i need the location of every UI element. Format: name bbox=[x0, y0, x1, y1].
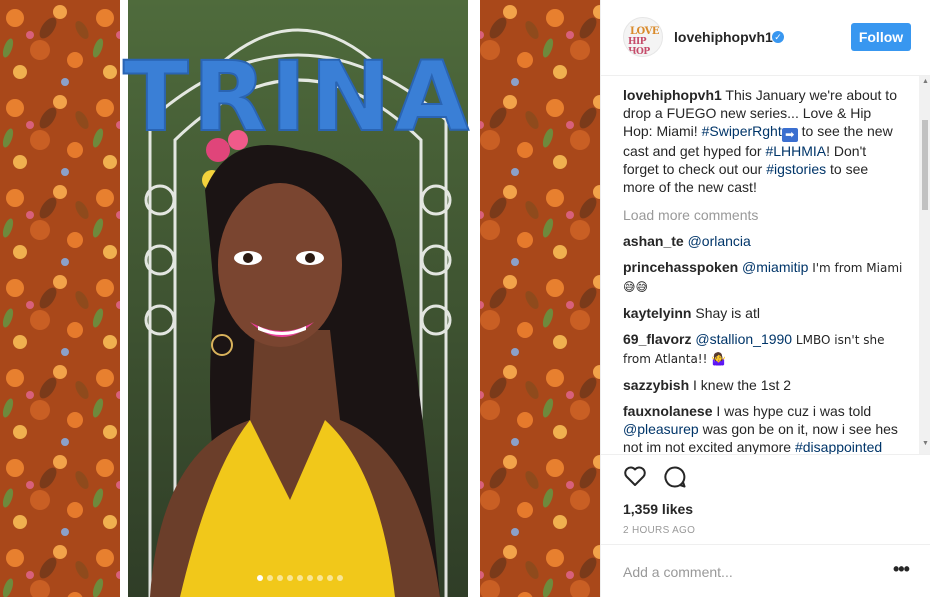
add-comment-input[interactable] bbox=[623, 561, 873, 583]
more-options-icon[interactable]: ••• bbox=[893, 560, 910, 578]
carousel-dot[interactable] bbox=[337, 575, 343, 581]
carousel-dot[interactable] bbox=[267, 575, 273, 581]
hashtag-swiperrght[interactable]: #SwiperRght bbox=[702, 123, 782, 139]
comment-item: fauxnolanese I was hype cuz i was told @… bbox=[623, 402, 903, 454]
comment-username[interactable]: fauxnolanese bbox=[623, 403, 712, 419]
comment-mention[interactable]: @miamitip bbox=[742, 259, 808, 275]
scroll-down-arrow-icon[interactable]: ▼ bbox=[922, 440, 929, 447]
comment-item: sazzybish I knew the 1st 2 bbox=[623, 376, 903, 394]
post-actions: 1,359 likes 2 HOURS AGO bbox=[601, 454, 930, 544]
comment-item: ashan_te @orlancia bbox=[623, 232, 903, 250]
comment-text: Shay is atl bbox=[691, 305, 760, 321]
post-header: LOVE HIP HOP lovehiphopvh1 ✓ Follow bbox=[601, 0, 930, 76]
post-sidebar: LOVE HIP HOP lovehiphopvh1 ✓ Follow love… bbox=[600, 0, 930, 597]
comments-list[interactable]: lovehiphopvh1 This January we're about t… bbox=[623, 86, 903, 454]
caption-username[interactable]: lovehiphopvh1 bbox=[623, 87, 722, 103]
post-timestamp[interactable]: 2 HOURS AGO bbox=[623, 525, 695, 536]
verified-badge-icon: ✓ bbox=[772, 31, 784, 43]
avatar-logo-bottom: HIP HOP bbox=[628, 37, 650, 57]
comment-username[interactable]: princehasspoken bbox=[623, 259, 738, 275]
carousel-dot[interactable] bbox=[287, 575, 293, 581]
hashtag-igstories[interactable]: #igstories bbox=[766, 161, 826, 177]
carousel-dot[interactable] bbox=[327, 575, 333, 581]
comment-username[interactable]: sazzybish bbox=[623, 377, 689, 393]
scroll-up-arrow-icon[interactable]: ▲ bbox=[922, 78, 929, 85]
photo-illustration: TRINA bbox=[0, 0, 600, 597]
carousel-dot[interactable] bbox=[257, 575, 263, 581]
trina-overlay-text: TRINA bbox=[123, 41, 473, 153]
comment-mention[interactable]: @orlancia bbox=[688, 233, 751, 249]
follow-button[interactable]: Follow bbox=[851, 23, 911, 51]
comment-item: kaytelyinn Shay is atl bbox=[623, 304, 903, 322]
carousel-dot[interactable] bbox=[317, 575, 323, 581]
comment-username[interactable]: ashan_te bbox=[623, 233, 684, 249]
likes-count[interactable]: 1,359 likes bbox=[623, 501, 693, 517]
carousel-dot[interactable] bbox=[297, 575, 303, 581]
comment-text: I was hype cuz i was told bbox=[712, 403, 872, 419]
hashtag-lhhmia[interactable]: #LHHMIA bbox=[765, 143, 826, 159]
load-more-comments-link[interactable]: Load more comments bbox=[623, 206, 903, 224]
comment-text: I knew the 1st 2 bbox=[689, 377, 792, 393]
carousel-indicator bbox=[0, 575, 600, 581]
post-caption: lovehiphopvh1 This January we're about t… bbox=[623, 86, 903, 196]
username-link[interactable]: lovehiphopvh1 bbox=[674, 29, 773, 45]
carousel-dot[interactable] bbox=[277, 575, 283, 581]
comment-item: 69_flavorz @stallion_1990 LMBO isn't she… bbox=[623, 330, 903, 368]
heart-icon[interactable] bbox=[623, 465, 647, 487]
comment-username[interactable]: kaytelyinn bbox=[623, 305, 691, 321]
hashtag-disappointed[interactable]: #disappointed bbox=[795, 439, 882, 454]
add-comment-bar: ••• bbox=[601, 544, 930, 597]
post-image[interactable]: TRINA bbox=[0, 0, 600, 597]
avatar[interactable]: LOVE HIP HOP bbox=[623, 17, 663, 57]
scrollbar-thumb[interactable] bbox=[922, 120, 928, 210]
comment-item: princehasspoken @miamitip I'm from Miami… bbox=[623, 258, 903, 296]
comment-mention[interactable]: @pleasurep bbox=[623, 421, 699, 437]
comments-scrollbar[interactable]: ▲ ▼ bbox=[919, 76, 930, 454]
carousel-dot[interactable] bbox=[307, 575, 313, 581]
comment-bubble-icon[interactable] bbox=[663, 465, 687, 489]
comment-mention[interactable]: @stallion_1990 bbox=[695, 331, 792, 347]
avatar-logo-top: LOVE bbox=[630, 26, 659, 37]
right-arrow-icon: ➡ bbox=[781, 128, 798, 142]
comment-username[interactable]: 69_flavorz bbox=[623, 331, 691, 347]
